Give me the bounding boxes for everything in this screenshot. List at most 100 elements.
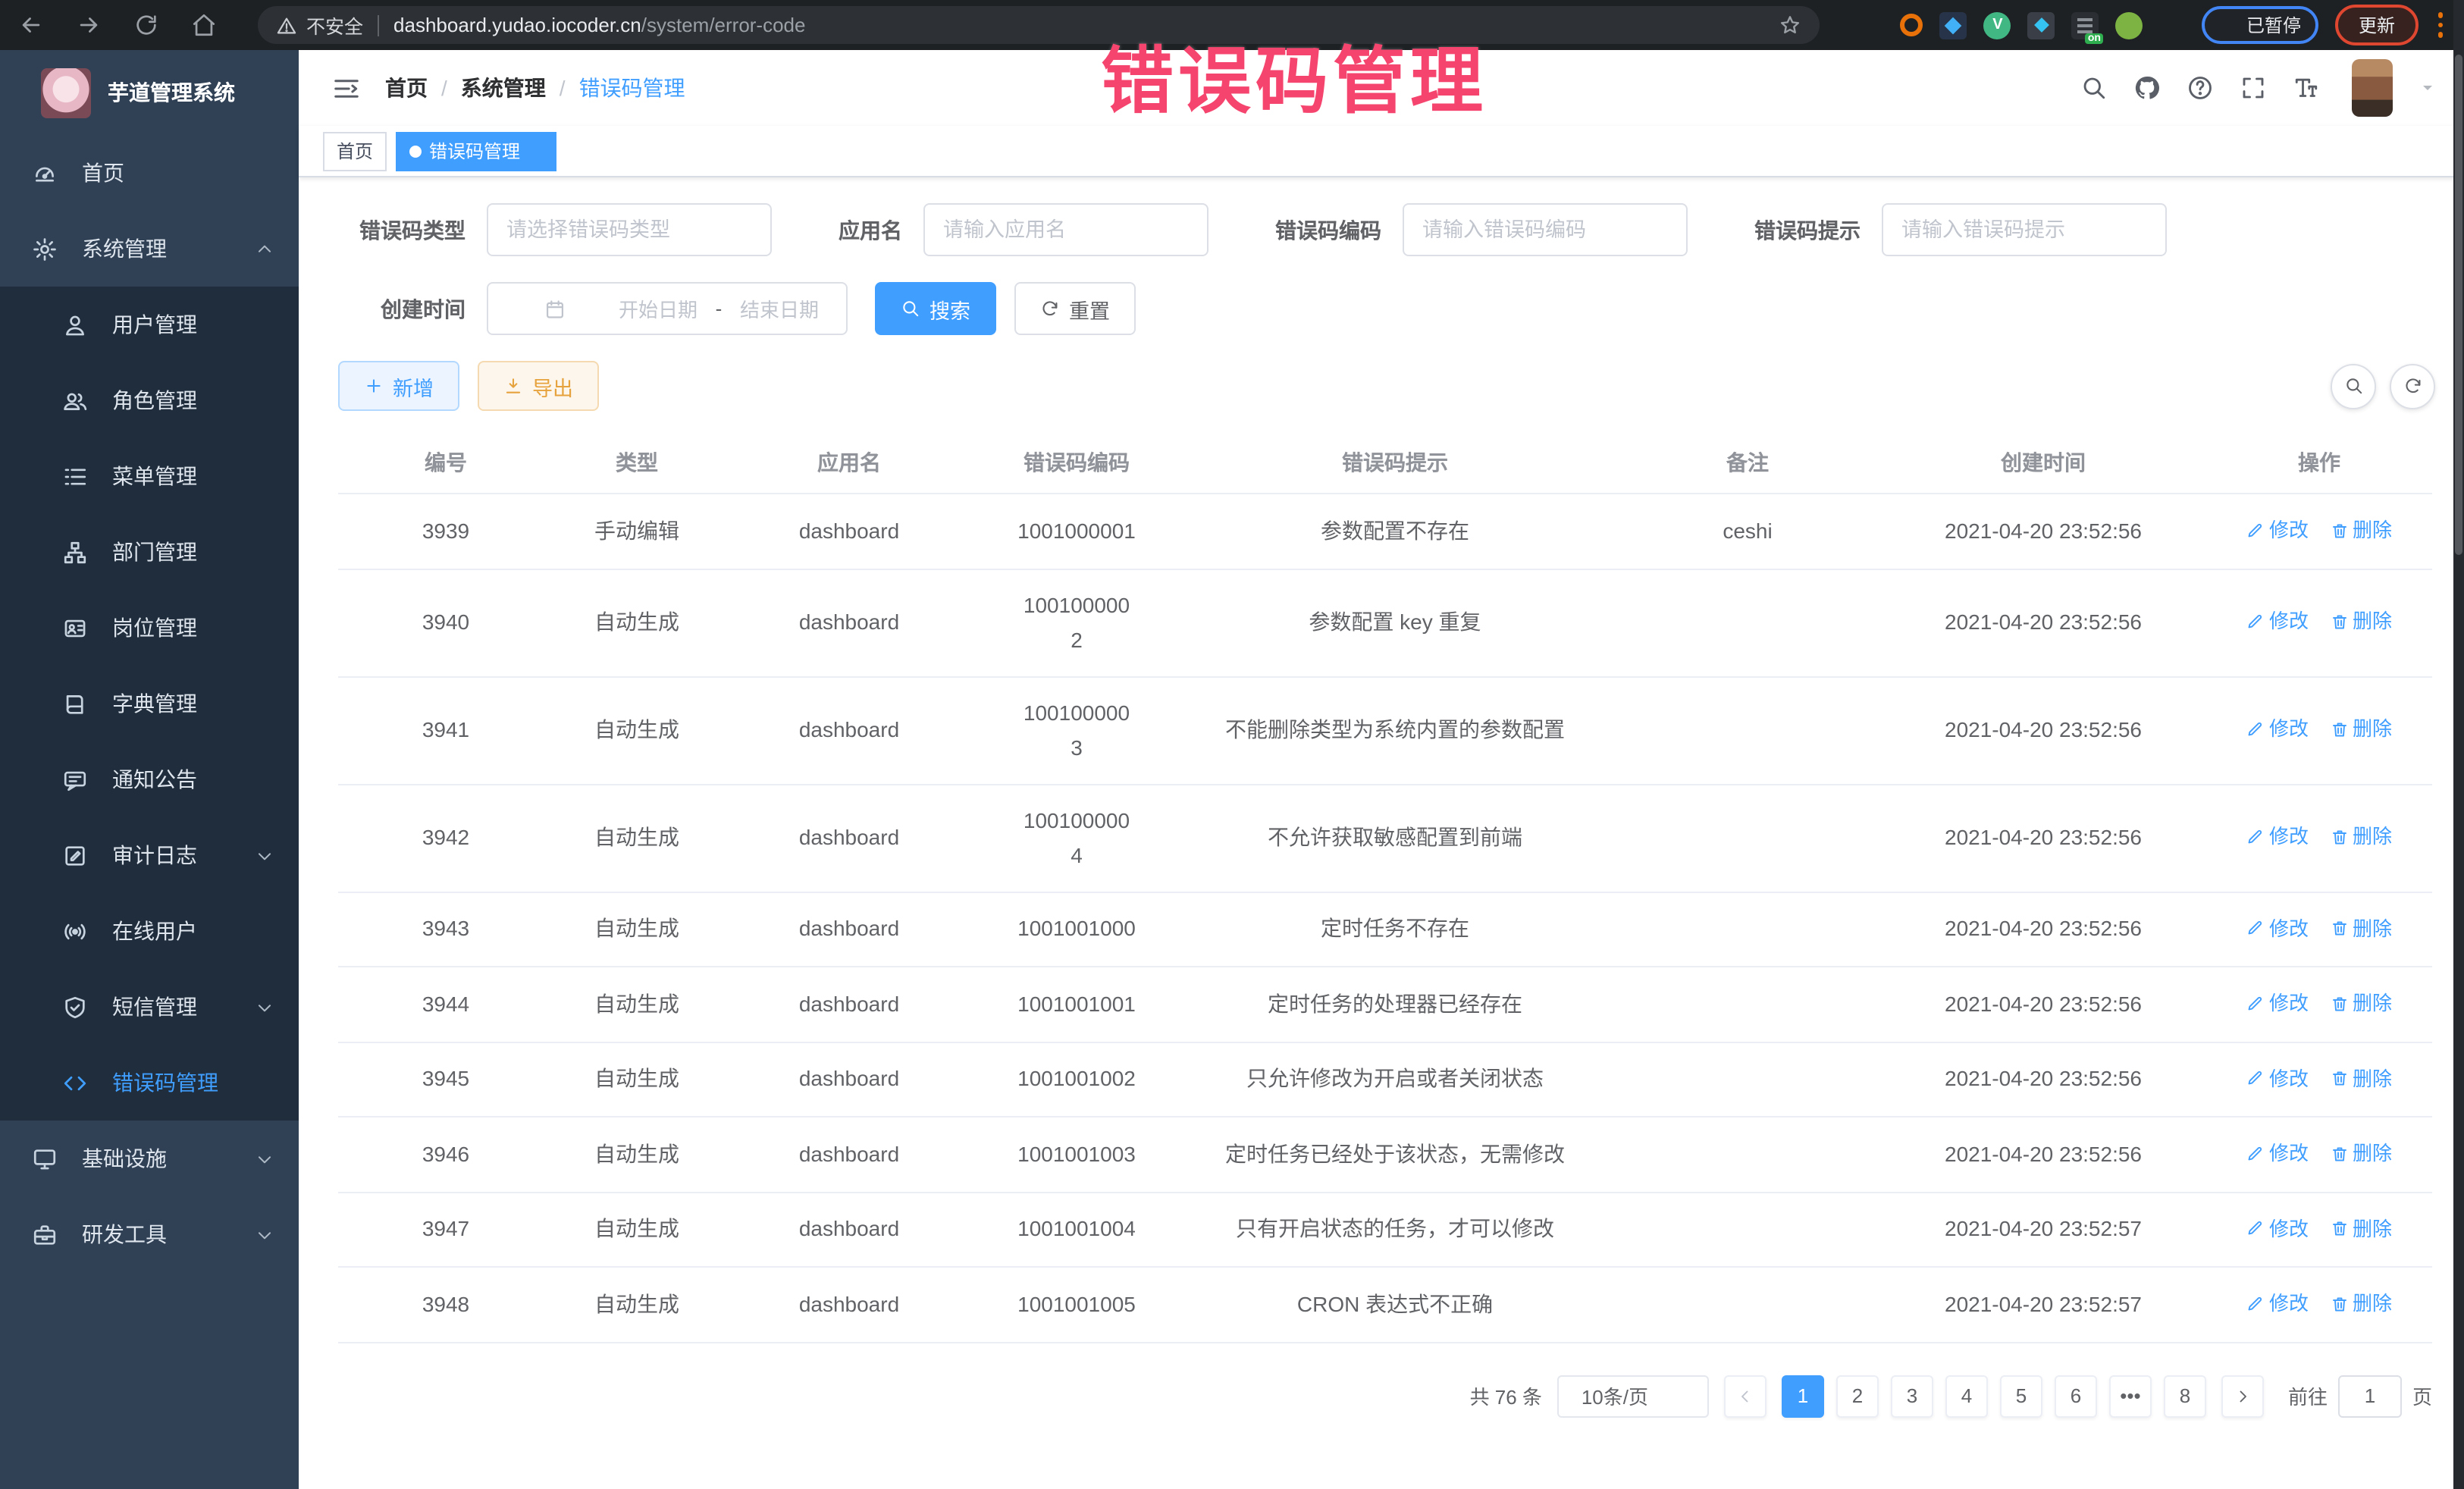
toggle-search-button[interactable]: [2331, 363, 2376, 409]
delete-link[interactable]: 删除: [2330, 604, 2392, 639]
search-icon[interactable]: [2080, 74, 2108, 102]
page-ellipsis[interactable]: •••: [2109, 1375, 2152, 1417]
delete-link[interactable]: 删除: [2330, 1211, 2392, 1246]
help-icon[interactable]: [2187, 74, 2214, 102]
sidebar-item-home[interactable]: 首页: [0, 135, 299, 211]
tab-error-code[interactable]: 错误码管理: [396, 131, 556, 171]
trash-icon: [2330, 1294, 2348, 1312]
search-button[interactable]: 搜索: [875, 282, 996, 335]
prev-page-button[interactable]: [1724, 1375, 1766, 1417]
edit-link[interactable]: 修改: [2246, 911, 2309, 945]
cell-hint: 参数配置 key 重复: [1175, 569, 1615, 676]
adblocker-extension-icon[interactable]: [1901, 14, 1923, 36]
edit-link[interactable]: 修改: [2246, 513, 2309, 547]
app-name-input[interactable]: [923, 203, 1208, 256]
green-extension-icon[interactable]: [2116, 11, 2143, 39]
chrome-update-button[interactable]: 更新: [2336, 5, 2418, 45]
gem-extension-icon[interactable]: [1940, 11, 1967, 39]
github-icon[interactable]: [2133, 74, 2161, 102]
page-button-6[interactable]: 6: [2055, 1375, 2097, 1417]
grid-extension-icon[interactable]: [2028, 11, 2055, 39]
user-avatar[interactable]: [2352, 59, 2393, 117]
sidebar-item-sms[interactable]: 短信管理: [0, 969, 299, 1045]
delete-link[interactable]: 删除: [2330, 986, 2392, 1020]
goto-page-input[interactable]: [2338, 1375, 2402, 1417]
reload-icon[interactable]: [133, 12, 159, 38]
back-icon[interactable]: [18, 12, 44, 38]
vue-extension-icon[interactable]: V: [1984, 11, 2011, 39]
delete-link[interactable]: 删除: [2330, 820, 2392, 854]
home-icon[interactable]: [191, 12, 217, 38]
font-size-icon[interactable]: [2293, 74, 2320, 102]
sidebar-item-user[interactable]: 用户管理: [0, 287, 299, 362]
error-code-input[interactable]: [1403, 203, 1688, 256]
page-size-select[interactable]: 10条/页: [1557, 1375, 1709, 1417]
search-icon: [2343, 376, 2363, 396]
edit-link[interactable]: 修改: [2246, 712, 2309, 747]
date-range-picker[interactable]: 开始日期 - 结束日期: [487, 282, 848, 335]
cell-created: 2021-04-20 23:52:56: [1880, 1042, 2206, 1117]
edit-link[interactable]: 修改: [2246, 1211, 2309, 1246]
delete-link[interactable]: 删除: [2330, 712, 2392, 747]
cell-actions: 修改删除: [2206, 1267, 2432, 1342]
error-type-select[interactable]: [487, 203, 772, 256]
sidebar-item-errorcode[interactable]: 错误码管理: [0, 1045, 299, 1121]
security-label[interactable]: 不安全: [306, 11, 363, 39]
breadcrumb: 首页 / 系统管理 / 错误码管理: [385, 73, 685, 103]
caret-down-icon[interactable]: [2419, 79, 2437, 97]
delete-link[interactable]: 删除: [2330, 1061, 2392, 1096]
sidebar-item-audit[interactable]: 审计日志: [0, 817, 299, 893]
cell-code: 1001001003: [978, 1117, 1175, 1192]
page-button-2[interactable]: 2: [1836, 1375, 1879, 1417]
bookmark-star-icon[interactable]: [1779, 14, 1801, 36]
export-button[interactable]: 导出: [478, 361, 599, 411]
sidebar-item-online[interactable]: 在线用户: [0, 893, 299, 969]
edit-link[interactable]: 修改: [2246, 1136, 2309, 1171]
page-button-3[interactable]: 3: [1891, 1375, 1933, 1417]
refresh-table-button[interactable]: [2390, 363, 2435, 409]
sidebar-item-role[interactable]: 角色管理: [0, 362, 299, 438]
sidebar-item-devtools[interactable]: 研发工具: [0, 1196, 299, 1272]
sidebar-item-system[interactable]: 系统管理: [0, 211, 299, 287]
puzzle-extensions-icon[interactable]: [2160, 12, 2186, 38]
app-logo[interactable]: 芋道管理系统: [0, 50, 299, 135]
page-scrollbar[interactable]: [2453, 0, 2464, 1489]
delete-link[interactable]: 删除: [2330, 1136, 2392, 1171]
next-page-button[interactable]: [2221, 1375, 2264, 1417]
cell-hint: 定时任务已经处于该状态，无需修改: [1175, 1117, 1615, 1192]
sidebar-item-infra[interactable]: 基础设施: [0, 1121, 299, 1196]
fullscreen-icon[interactable]: [2240, 74, 2267, 102]
page-button-8[interactable]: 8: [2164, 1375, 2206, 1417]
close-tab-icon[interactable]: [528, 143, 543, 158]
sidebar-item-menu[interactable]: 菜单管理: [0, 438, 299, 514]
sidebar-item-notice[interactable]: 通知公告: [0, 741, 299, 817]
switch-on-extension-icon[interactable]: on: [2072, 11, 2099, 39]
delete-link[interactable]: 删除: [2330, 1286, 2392, 1321]
error-hint-input[interactable]: [1882, 203, 2167, 256]
hamburger-icon[interactable]: [332, 74, 361, 102]
edit-link[interactable]: 修改: [2246, 820, 2309, 854]
breadcrumb-home[interactable]: 首页: [385, 73, 428, 103]
reset-button[interactable]: 重置: [1014, 282, 1136, 335]
browser-menu-icon[interactable]: [2434, 10, 2446, 41]
table-row: 3946自动生成dashboard1001001003定时任务已经处于该状态，无…: [338, 1117, 2432, 1192]
sidebar-item-dept[interactable]: 部门管理: [0, 514, 299, 590]
edit-link[interactable]: 修改: [2246, 986, 2309, 1020]
add-button[interactable]: 新增: [338, 361, 459, 411]
forward-icon[interactable]: [76, 12, 102, 38]
sidebar-item-post[interactable]: 岗位管理: [0, 590, 299, 666]
tab-home[interactable]: 首页: [323, 131, 387, 171]
edit-link[interactable]: 修改: [2246, 1286, 2309, 1321]
edit-link[interactable]: 修改: [2246, 604, 2309, 639]
address-bar[interactable]: 不安全 dashboard.yudao.iocoder.cn/system/er…: [258, 6, 1820, 44]
edit-icon: [2246, 1219, 2265, 1237]
delete-link[interactable]: 删除: [2330, 911, 2392, 945]
delete-link[interactable]: 删除: [2330, 513, 2392, 547]
page-button-5[interactable]: 5: [2000, 1375, 2042, 1417]
edit-link[interactable]: 修改: [2246, 1061, 2309, 1096]
breadcrumb-system[interactable]: 系统管理: [461, 73, 546, 103]
page-button-4[interactable]: 4: [1945, 1375, 1988, 1417]
profile-paused-chip[interactable]: 已暂停: [2202, 6, 2319, 44]
sidebar-item-dict[interactable]: 字典管理: [0, 666, 299, 741]
page-button-1[interactable]: 1: [1782, 1375, 1824, 1417]
